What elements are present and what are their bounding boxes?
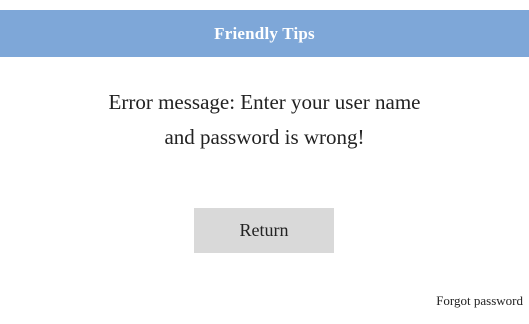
error-message-line-2: and password is wrong! (164, 125, 365, 149)
dialog-title: Friendly Tips (214, 23, 315, 43)
dialog-title-bar: Friendly Tips (0, 10, 529, 57)
forgot-password-link[interactable]: Forgot password (436, 293, 523, 309)
return-button[interactable]: Return (194, 208, 334, 253)
error-message-line-1: Error message: Enter your user name (108, 90, 421, 114)
friendly-tips-dialog: Friendly Tips Error message: Enter your … (0, 10, 529, 324)
error-message: Error message: Enter your user name and … (40, 85, 489, 155)
